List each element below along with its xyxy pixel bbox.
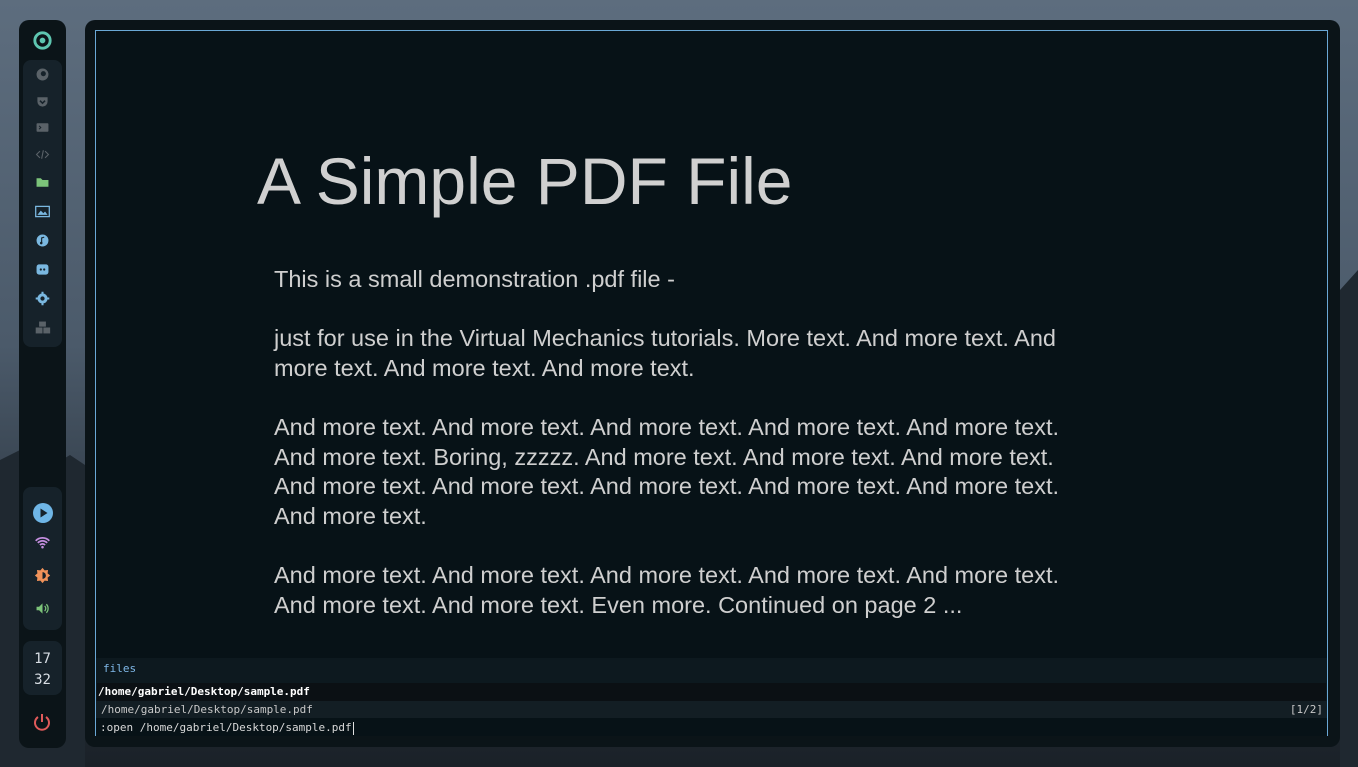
- text-cursor: [352, 721, 354, 735]
- music-icon[interactable]: [33, 231, 52, 250]
- wifi-icon[interactable]: [33, 533, 52, 552]
- paragraph-3: And more text. And more text. And more t…: [274, 414, 1060, 529]
- pdf-page[interactable]: A Simple PDF File This is a small demons…: [96, 31, 1327, 656]
- brightness-icon[interactable]: [33, 566, 52, 585]
- pocket-icon[interactable]: [33, 92, 52, 111]
- launcher-group: [23, 60, 62, 347]
- status-file-path: /home/gabriel/Desktop/sample.pdf: [101, 703, 313, 716]
- paragraph-4: And more text. And more text. And more t…: [274, 562, 1060, 618]
- document-title: A Simple PDF File: [257, 144, 793, 218]
- power-icon[interactable]: [32, 712, 52, 732]
- discord-icon[interactable]: [33, 260, 52, 279]
- zathura-window: A Simple PDF File This is a small demons…: [85, 20, 1340, 747]
- packages-icon[interactable]: [33, 318, 52, 337]
- completion-item[interactable]: /home/gabriel/Desktop/sample.pdf: [97, 683, 1326, 701]
- command-text[interactable]: :open /home/gabriel/Desktop/sample.pdf: [100, 719, 354, 736]
- status-group: [23, 487, 62, 630]
- command-value: :open /home/gabriel/Desktop/sample.pdf: [100, 721, 352, 734]
- clock-hour: 17: [34, 651, 51, 667]
- window-focus-frame: A Simple PDF File This is a small demons…: [95, 30, 1328, 736]
- sidebar: 17 32: [19, 20, 66, 748]
- command-input[interactable]: :open /home/gabriel/Desktop/sample.pdf: [96, 719, 1327, 736]
- folder-icon[interactable]: [33, 173, 52, 192]
- code-icon[interactable]: [33, 145, 52, 164]
- image-icon[interactable]: [33, 202, 52, 221]
- completion-category: files: [103, 662, 137, 675]
- statusbar: /home/gabriel/Desktop/sample.pdf [1/2]: [96, 701, 1327, 718]
- firefox-icon[interactable]: [33, 65, 52, 84]
- paragraph-1: This is a small demonstration .pdf file …: [274, 266, 675, 292]
- terminal-icon[interactable]: [33, 118, 52, 137]
- clock-minute: 32: [34, 672, 51, 688]
- volume-icon[interactable]: [33, 599, 52, 618]
- page-indicator: [1/2]: [1289, 703, 1323, 716]
- clock: 17 32: [23, 641, 62, 695]
- play-icon[interactable]: [31, 501, 54, 524]
- paragraph-2: just for use in the Virtual Mechanics tu…: [274, 325, 1056, 381]
- app-logo-icon[interactable]: [31, 29, 54, 52]
- settings-icon[interactable]: [33, 289, 52, 308]
